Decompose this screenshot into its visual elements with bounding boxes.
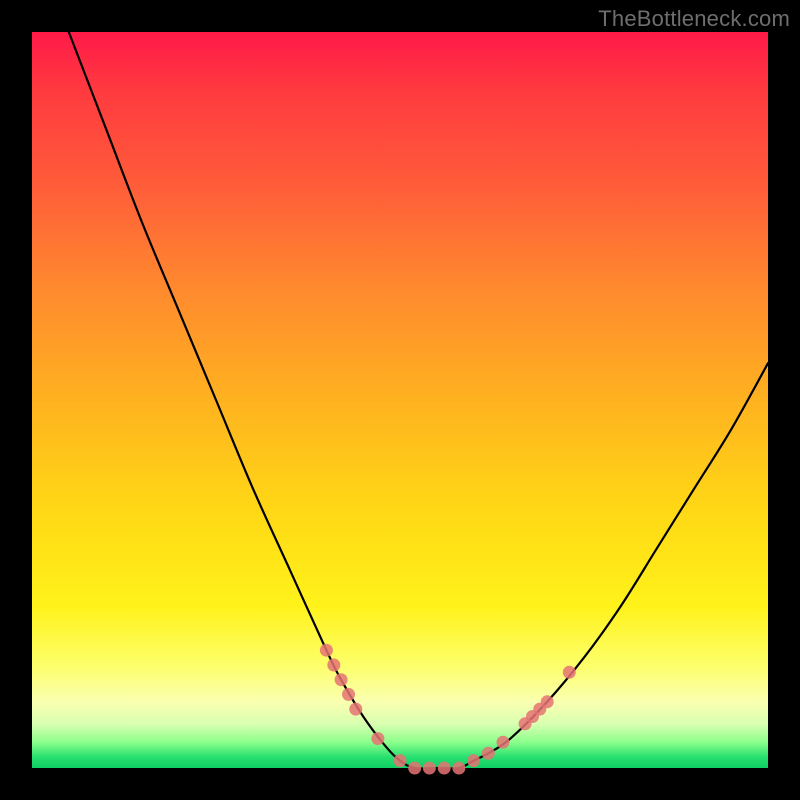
marker-dot — [371, 732, 384, 745]
marker-dot — [482, 747, 495, 760]
marker-dot — [320, 644, 333, 657]
marker-dot — [394, 754, 407, 767]
marker-dot — [563, 666, 576, 679]
chart-frame: TheBottleneck.com — [0, 0, 800, 800]
marker-dot — [497, 736, 510, 749]
watermark-text: TheBottleneck.com — [598, 6, 790, 32]
marker-dot — [438, 762, 451, 775]
marker-dot — [423, 762, 436, 775]
marker-dot — [452, 762, 465, 775]
marker-dot — [408, 762, 421, 775]
marker-dot — [541, 695, 554, 708]
plot-area — [32, 32, 768, 768]
marker-dot — [335, 673, 348, 686]
curve-line — [69, 32, 768, 769]
marker-dot — [349, 703, 362, 716]
bottleneck-curve — [32, 32, 768, 768]
marker-dot — [342, 688, 355, 701]
curve-markers — [320, 644, 576, 775]
marker-dot — [327, 659, 340, 672]
marker-dot — [467, 754, 480, 767]
